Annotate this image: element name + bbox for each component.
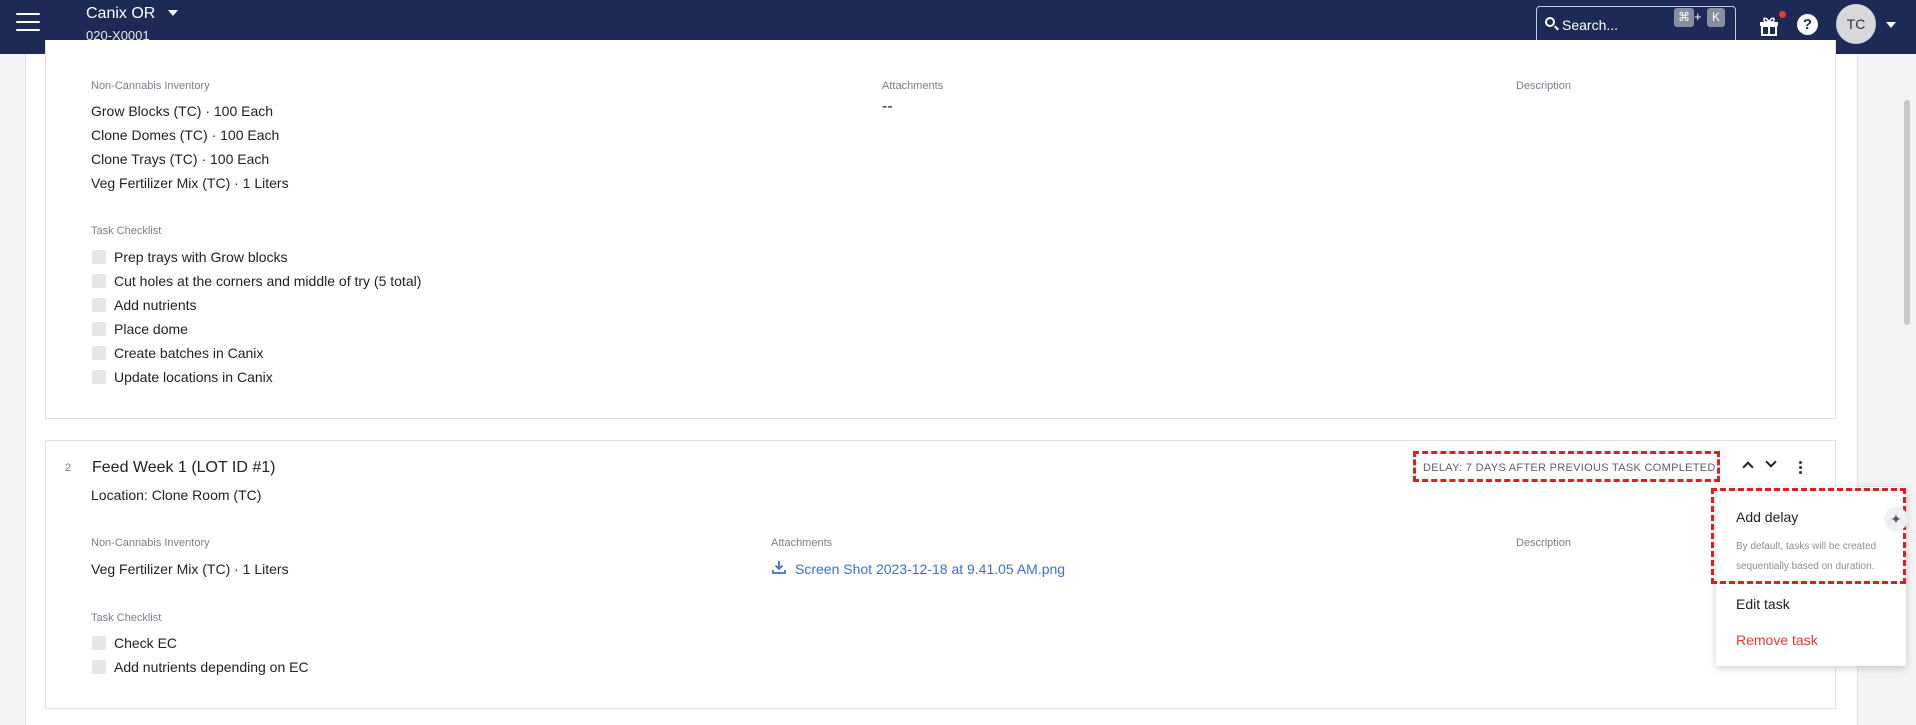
shortcut-key-k: K — [1707, 8, 1725, 27]
attachments-label: Attachments — [882, 80, 944, 92]
scrollbar[interactable] — [1904, 100, 1910, 325]
account-caret-icon[interactable] — [1886, 22, 1896, 28]
checklist-item: Add nutrients depending on EC — [114, 659, 309, 675]
search-input[interactable]: Search... — [1536, 6, 1736, 44]
checklist-checkbox[interactable] — [92, 298, 106, 312]
inventory-label: Non-Cannabis Inventory — [91, 80, 210, 92]
checklist-item: Cut holes at the corners and middle of t… — [114, 273, 422, 289]
description-label: Description — [1516, 537, 1572, 549]
org-name[interactable]: Canix OR — [86, 5, 155, 23]
description-label: Description — [1516, 80, 1572, 92]
menu-item-remove-task[interactable]: Remove task — [1736, 632, 1818, 648]
inventory-item: Clone Domes (TC) · 100 Each — [91, 127, 280, 143]
checklist-checkbox[interactable] — [92, 660, 106, 674]
help-icon[interactable]: ? — [1797, 14, 1818, 35]
checklist-item: Prep trays with Grow blocks — [114, 249, 288, 265]
delay-badge: DELAY: 7 DAYS AFTER PREVIOUS TASK COMPLE… — [1423, 462, 1716, 474]
inventory-item: Grow Blocks (TC) · 100 Each — [91, 103, 274, 119]
checklist-item: Add nutrients — [114, 297, 197, 313]
shortcut-plus: + — [1694, 9, 1702, 24]
menu-item-edit-task[interactable]: Edit task — [1736, 596, 1790, 612]
sparkle-icon: ✦ — [1884, 507, 1908, 531]
task-number: 2 — [65, 462, 72, 474]
menu-item-add-delay[interactable]: Add delay — [1736, 509, 1798, 525]
checklist-item: Check EC — [114, 635, 178, 651]
checklist-checkbox[interactable] — [92, 250, 106, 264]
inventory-item: Clone Trays (TC) · 100 Each — [91, 151, 270, 167]
attachments-empty: -- — [882, 98, 893, 115]
checklist-checkbox[interactable] — [92, 370, 106, 384]
notification-dot — [1779, 11, 1786, 18]
gift-icon[interactable] — [1758, 14, 1780, 36]
task-card-1 — [45, 40, 1836, 419]
checklist-checkbox[interactable] — [92, 322, 106, 336]
task-location: Location: Clone Room (TC) — [91, 487, 262, 503]
more-options-icon[interactable] — [1799, 461, 1803, 476]
org-switcher-caret-icon[interactable] — [168, 10, 178, 16]
checklist-label: Task Checklist — [91, 612, 162, 624]
inventory-item: Veg Fertilizer Mix (TC) · 1 Liters — [91, 175, 289, 191]
task-title: Feed Week 1 (LOT ID #1) — [92, 459, 276, 476]
hamburger-menu-icon[interactable] — [16, 13, 40, 33]
shortcut-key-cmd: ⌘ — [1674, 8, 1694, 27]
inventory-item: Veg Fertilizer Mix (TC) · 1 Liters — [91, 561, 289, 577]
avatar[interactable]: TC — [1836, 4, 1876, 44]
checklist-item: Place dome — [114, 321, 188, 337]
checklist-checkbox[interactable] — [92, 274, 106, 288]
attachments-label: Attachments — [771, 537, 833, 549]
attachment-link[interactable]: Screen Shot 2023-12-18 at 9.41.05 AM.png — [795, 561, 1065, 577]
search-placeholder: Search... — [1562, 17, 1619, 33]
inventory-label: Non-Cannabis Inventory — [91, 537, 210, 549]
add-delay-help-text: By default, tasks will be created sequen… — [1736, 541, 1877, 572]
checklist-checkbox[interactable] — [92, 636, 106, 650]
checklist-item: Update locations in Canix — [114, 369, 273, 385]
search-icon — [1545, 17, 1555, 27]
checklist-item: Create batches in Canix — [114, 345, 264, 361]
download-icon[interactable] — [772, 560, 786, 574]
checklist-checkbox[interactable] — [92, 346, 106, 360]
checklist-label: Task Checklist — [91, 225, 162, 237]
